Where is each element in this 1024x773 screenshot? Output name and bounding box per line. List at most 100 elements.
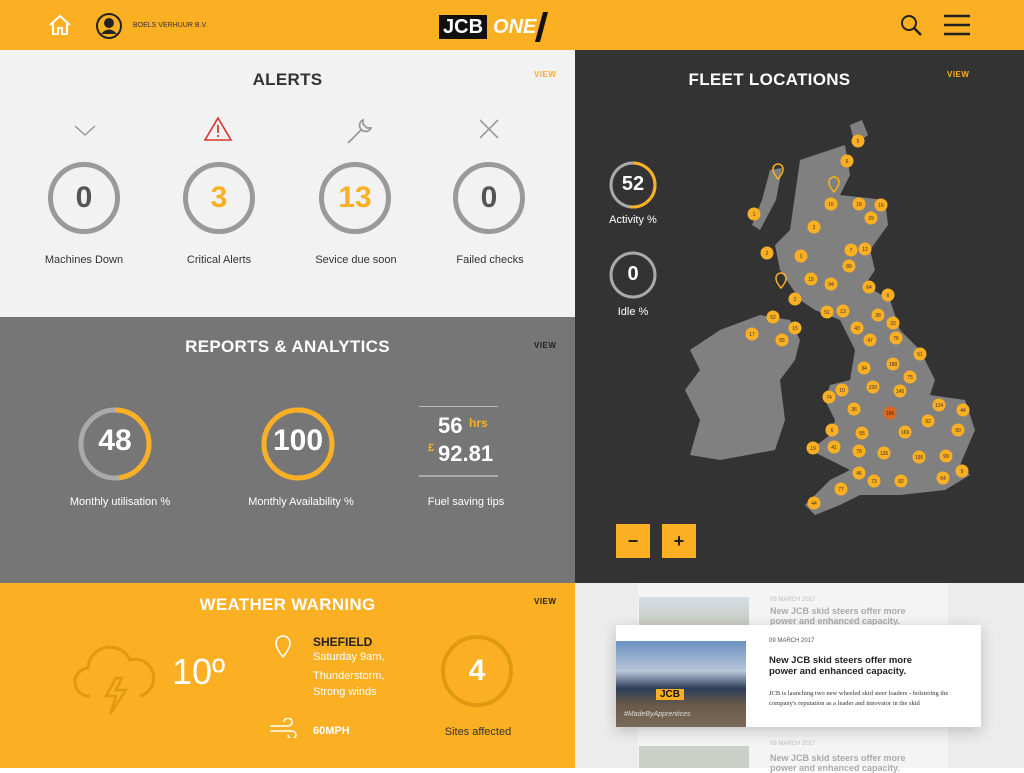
map-marker-label: 36 xyxy=(851,407,857,413)
news-date-featured: 09 MARCH 2017 xyxy=(769,638,815,644)
zoom-in-button[interactable]: + xyxy=(662,524,696,558)
map-marker-label: 6 xyxy=(846,159,849,165)
service-due-gauge[interactable]: 13 xyxy=(319,162,391,234)
home-icon[interactable] xyxy=(48,14,72,36)
critical-alerts-gauge[interactable]: 3 xyxy=(183,162,255,234)
weather-view-link[interactable]: VIEW xyxy=(534,597,556,606)
news-title-1[interactable]: New JCB skid steers offer more power and… xyxy=(770,606,920,626)
failed-checks-gauge[interactable]: 0 xyxy=(453,162,525,234)
map-marker-label: 46 xyxy=(856,471,862,477)
fuel-saving-tips-link[interactable]: Fuel saving tips xyxy=(396,496,536,508)
weather-when: Saturday 9am, xyxy=(313,651,385,663)
map-marker-label: 34 xyxy=(861,366,867,372)
map-marker-label: 5 xyxy=(857,139,860,145)
map-marker-label: 19 xyxy=(810,446,816,452)
map-marker-label: 90 xyxy=(955,428,961,434)
map-marker-label: 51 xyxy=(824,310,830,316)
machines-down-label: Machines Down xyxy=(44,254,124,266)
fuel-divider-top xyxy=(419,406,498,407)
header: BOELS VERHUUR B.V. JCB ONE xyxy=(0,0,1024,50)
availability-value: 100 xyxy=(272,424,324,457)
failed-checks-label: Failed checks xyxy=(456,254,524,266)
map-marker-label: 188 xyxy=(889,362,898,368)
weather-location: SHEFIELD xyxy=(313,635,373,649)
news-body-featured: JCB is launching two new wheeled skid st… xyxy=(769,690,949,707)
location-pin-icon xyxy=(275,635,291,659)
map-marker-label: 73 xyxy=(871,479,877,485)
weather-temperature: 10º xyxy=(172,651,226,692)
alerts-panel: ALERTS VIEW 0 3 13 0 Machines Down Criti… xyxy=(0,50,575,317)
map-marker-label: 47 xyxy=(867,338,873,344)
utilisation-label: Monthly utilisation % xyxy=(69,496,171,508)
weather-panel: WEATHER WARNING VIEW 10º SHEFIELD Saturd… xyxy=(0,583,575,768)
wind-speed: 60MPH xyxy=(313,725,350,737)
map-marker-label: 75 xyxy=(907,375,913,381)
user-avatar-icon[interactable] xyxy=(96,13,122,39)
close-icon xyxy=(479,119,499,139)
map-marker-label: 145 xyxy=(896,389,905,395)
map-marker-label: 124 xyxy=(935,403,944,409)
map-marker-label: 195 xyxy=(915,455,924,461)
map-marker-label: 99 xyxy=(943,454,949,460)
news-title-3[interactable]: New JCB skid steers offer more power and… xyxy=(770,753,920,773)
fuel-currency: £ xyxy=(428,442,435,454)
uk-map[interactable]: 56116 18 162927 122 1891594 646251 13383352151… xyxy=(575,50,1024,583)
map-marker-label: 18 xyxy=(856,202,862,208)
map-marker-label: 126 xyxy=(880,451,889,457)
fuel-divider-bottom xyxy=(419,475,498,477)
weather-condition: Thunderstorm, xyxy=(313,670,385,682)
map-marker-label: 51 xyxy=(917,352,923,358)
map-marker-label: 16 xyxy=(828,202,834,208)
map-marker-label: 55 xyxy=(779,338,785,344)
map-marker-label: 41 xyxy=(831,445,837,451)
reports-view-link[interactable]: VIEW xyxy=(534,341,556,350)
map-marker-label: 220 xyxy=(869,385,878,391)
fuel-hours-unit: hrs xyxy=(469,416,488,430)
news-title-featured[interactable]: New JCB skid steers offer more power and… xyxy=(769,655,934,677)
wind-icon xyxy=(270,718,297,738)
map-marker-label: 38 xyxy=(875,313,881,319)
search-icon[interactable] xyxy=(899,13,923,37)
availability-label: Monthly Availability % xyxy=(248,496,354,508)
sites-affected-gauge[interactable]: 4 xyxy=(441,635,513,707)
map-marker-label: 2 xyxy=(766,251,769,257)
map-marker-label: 2 xyxy=(794,297,797,303)
map-marker-label: 94 xyxy=(828,282,834,288)
map-marker-label: 64 xyxy=(940,476,946,482)
news-date-3: 09 MARCH 2017 xyxy=(770,741,816,747)
warning-icon xyxy=(204,116,232,141)
zoom-out-button[interactable]: − xyxy=(616,524,650,558)
machines-down-gauge[interactable]: 0 xyxy=(48,162,120,234)
news-panel: 09 MARCH 2017 New JCB skid steers offer … xyxy=(575,583,1024,773)
sites-affected-label: Sites affected xyxy=(444,726,512,738)
map-marker-label: 79 xyxy=(856,449,862,455)
map-marker-label: 6 xyxy=(887,293,890,299)
map-pin-icon[interactable] xyxy=(775,272,787,290)
critical-alerts-label: Critical Alerts xyxy=(186,254,252,266)
map-marker-label: 52 xyxy=(770,315,776,321)
map-marker-label: 9 xyxy=(961,469,964,475)
map-marker-label: 43 xyxy=(854,326,860,332)
map-marker-label: 16 xyxy=(878,203,884,209)
reports-title: REPORTS & ANALYTICS xyxy=(185,337,390,356)
news-card-featured[interactable]: JCB #MadeByApprentices 09 MARCH 2017 New… xyxy=(616,625,981,727)
thunderstorm-icon xyxy=(73,645,156,715)
map-marker-label: 12 xyxy=(862,247,868,253)
news-thumb-3[interactable] xyxy=(639,746,749,768)
news-date-1: 09 MARCH 2017 xyxy=(770,597,816,603)
weather-title: WEATHER WARNING xyxy=(199,595,376,614)
map-marker-label: 55 xyxy=(859,431,865,437)
map-marker-label: 6 xyxy=(831,428,834,434)
map-marker-label: 186 xyxy=(886,411,895,417)
alerts-title: ALERTS xyxy=(252,70,323,89)
fleet-panel: FLEET LOCATIONS VIEW 52 Activity % 0 Idl… xyxy=(575,50,1024,583)
map-marker-label: 15 xyxy=(792,326,798,332)
map-marker-label: 92 xyxy=(925,419,931,425)
map-marker-label: 29 xyxy=(868,216,874,222)
map-marker-label: 1 xyxy=(753,212,756,218)
jcb-ground-logo: JCB xyxy=(656,689,685,700)
fuel-hours: 56 xyxy=(438,413,463,438)
news-thumb-1[interactable] xyxy=(639,597,749,627)
fuel-amount: 92.81 xyxy=(438,441,494,466)
menu-icon[interactable] xyxy=(944,14,970,36)
